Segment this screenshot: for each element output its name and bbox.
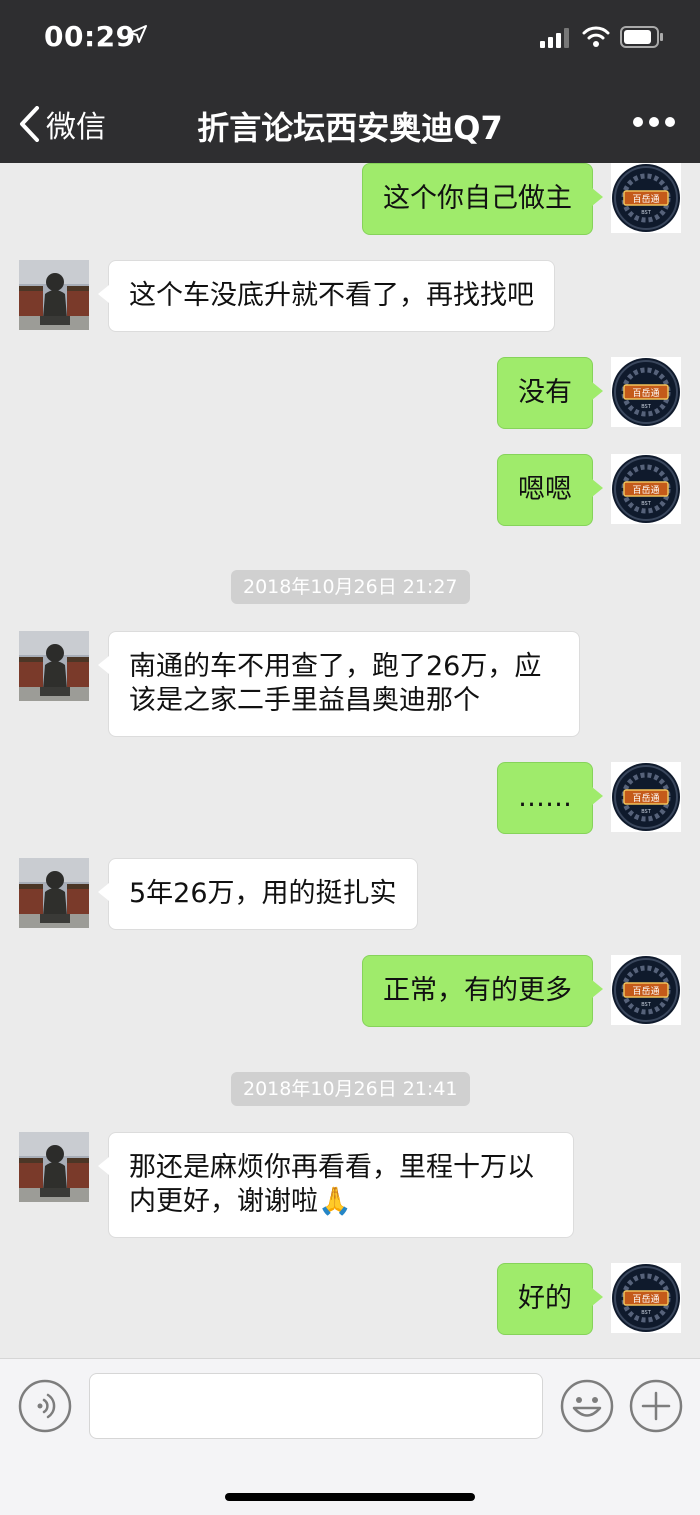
message-bubble-received[interactable]: 这个车没底升就不看了，再找找吧 [98,260,555,332]
message-bubble-sent[interactable]: …… [497,762,603,834]
message-bubble-sent[interactable]: 好的 [497,1263,603,1335]
battery-icon [620,26,663,48]
message-bubble-sent[interactable]: 没有 [497,357,603,429]
back-label: 微信 [46,110,106,145]
chevron-left-icon [20,106,39,142]
message-text: 这个车没底升就不看了，再找找吧 [129,280,534,311]
home-indicator[interactable] [225,1493,475,1501]
message-bubble-received[interactable]: 5年26万，用的挺扎实 [98,858,418,930]
back-button[interactable]: 微信 [18,104,106,145]
message-input[interactable] [89,1373,543,1439]
message-text: 正常，有的更多 [383,975,572,1006]
message-bubble-sent[interactable]: 嗯嗯 [497,454,603,526]
header-bar: 00:29 微信 折言论坛西安奥迪Q7 [0,0,700,163]
chat-area: 这个你自己做主 这个车没底升就不看了，再找找吧 没有 嗯嗯 2018年10月26… [0,163,700,1358]
message-text: 南通的车不用查了，跑了26万，应该是之家二手里益昌奥迪那个 [129,651,542,716]
my-avatar[interactable] [611,454,681,524]
contact-avatar[interactable] [19,858,89,928]
more-dots-icon[interactable] [632,114,676,130]
emoji-icon[interactable] [560,1379,614,1433]
message-bubble-sent[interactable]: 正常，有的更多 [362,955,603,1027]
message-text: 那还是麻烦你再看看，里程十万以内更好，谢谢啦🙏 [129,1152,534,1217]
my-avatar[interactable] [611,955,681,1025]
chat-title: 折言论坛西安奥迪Q7 [197,109,503,147]
location-arrow-icon [129,25,147,43]
signal-icon [540,28,569,48]
contact-avatar[interactable] [19,631,89,701]
wifi-icon [582,26,610,47]
timestamp: 2018年10月26日 21:27 [231,570,470,604]
timestamp: 2018年10月26日 21:41 [231,1072,470,1106]
message-text: …… [518,782,572,813]
message-text: 好的 [518,1283,572,1314]
message-bubble-received[interactable]: 南通的车不用查了，跑了26万，应该是之家二手里益昌奥迪那个 [98,631,580,737]
contact-avatar[interactable] [19,1132,89,1202]
message-bubble-sent[interactable]: 这个你自己做主 [362,163,603,235]
plus-icon[interactable] [629,1379,683,1433]
my-avatar[interactable] [611,1263,681,1333]
my-avatar[interactable] [611,357,681,427]
status-time: 00:29 [44,20,136,53]
message-text: 嗯嗯 [518,474,572,505]
my-avatar[interactable] [611,762,681,832]
message-text: 这个你自己做主 [383,183,572,214]
input-bar [0,1358,700,1515]
my-avatar[interactable] [611,163,681,233]
voice-icon[interactable] [18,1379,72,1433]
contact-avatar[interactable] [19,260,89,330]
message-text: 5年26万，用的挺扎实 [129,878,397,909]
message-text: 没有 [518,377,572,408]
message-bubble-received[interactable]: 那还是麻烦你再看看，里程十万以内更好，谢谢啦🙏 [98,1132,574,1238]
